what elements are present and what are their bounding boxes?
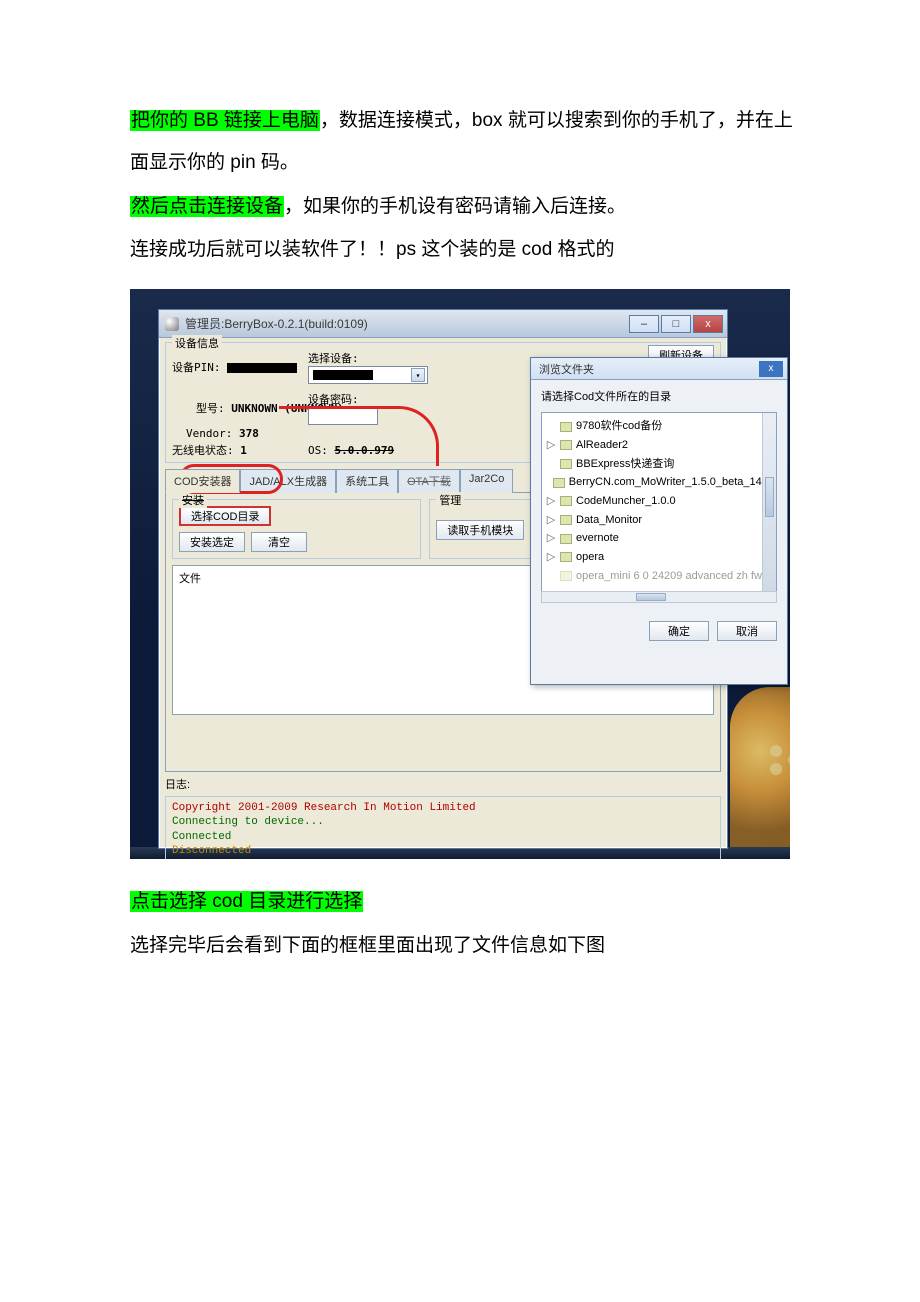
window-title: 管理员:BerryBox-0.2.1(build:0109) <box>185 315 629 332</box>
read-modules-button[interactable]: 读取手机模块 <box>436 520 524 540</box>
tree-item: BerryCN.com_MoWriter_1.5.0_beta_1476 <box>546 473 774 492</box>
folder-icon <box>560 534 572 544</box>
vertical-scrollbar[interactable] <box>762 413 776 591</box>
log-panel: Copyright 2001-2009 Research In Motion L… <box>165 796 721 859</box>
close-button[interactable]: x <box>693 315 723 333</box>
tab-jad[interactable]: JAD/ALX生成器 <box>240 469 336 493</box>
dialog-close-button[interactable]: x <box>759 361 783 377</box>
dialog-titlebar: 浏览文件夹 x <box>531 358 787 380</box>
instruction-text-below: 点击选择 cod 目录进行选择 选择完毕后会看到下面的框框里面出现了文件信息如下… <box>130 881 800 967</box>
tree-item: ▷Data_Monitor <box>546 511 774 530</box>
group-title-device: 设备信息 <box>172 335 222 351</box>
password-input[interactable] <box>308 407 378 425</box>
instruction-text: 把你的 BB 链接上电脑，数据连接模式，box 就可以搜索到你的手机了，并在上面… <box>130 100 800 271</box>
wallpaper-detail <box>730 687 790 847</box>
tree-item: opera_mini 6 0 24209 advanced zh fw4 <box>546 567 774 586</box>
folder-icon <box>553 478 565 488</box>
tab-tools[interactable]: 系统工具 <box>336 469 398 493</box>
folder-icon <box>560 422 572 432</box>
titlebar: 管理员:BerryBox-0.2.1(build:0109) – □ x <box>159 310 727 338</box>
app-icon <box>165 317 179 331</box>
pin-redacted <box>227 363 297 373</box>
tree-item: BBExpress快递查询 <box>546 455 774 474</box>
dialog-prompt: 请选择Cod文件所在的目录 <box>541 388 777 404</box>
highlight-3: 点击选择 cod 目录进行选择 <box>130 891 363 912</box>
tree-item: ▷opera <box>546 548 774 567</box>
tree-item: ▷evernote <box>546 529 774 548</box>
horizontal-scrollbar[interactable] <box>541 591 777 603</box>
folder-icon <box>560 459 572 469</box>
device-select[interactable]: ▾ <box>308 366 428 384</box>
browse-folder-dialog: 浏览文件夹 x 请选择Cod文件所在的目录 9780软件cod备份 ▷AlRea… <box>530 357 788 685</box>
chevron-down-icon: ▾ <box>411 368 425 382</box>
folder-icon <box>560 571 572 581</box>
maximize-button[interactable]: □ <box>661 315 691 333</box>
tab-ota[interactable]: OTA下载 <box>398 469 460 493</box>
highlight-1: 把你的 BB 链接上电脑 <box>130 110 320 131</box>
log-label: 日志: <box>165 776 721 792</box>
tab-jar2cod[interactable]: Jar2Co <box>460 469 513 493</box>
para-3: 连接成功后就可以装软件了！！ps 这个装的是 cod 格式的 <box>130 229 800 271</box>
tab-cod[interactable]: COD安装器 <box>165 469 240 493</box>
ok-button[interactable]: 确定 <box>649 621 709 641</box>
minimize-button[interactable]: – <box>629 315 659 333</box>
highlight-2: 然后点击连接设备 <box>130 196 284 217</box>
folder-icon <box>560 496 572 506</box>
tree-item: ▷CodeMuncher_1.0.0 <box>546 492 774 511</box>
folder-icon <box>560 515 572 525</box>
para-5: 选择完毕后会看到下面的框框里面出现了文件信息如下图 <box>130 925 800 967</box>
folder-icon <box>560 552 572 562</box>
clear-button[interactable]: 清空 <box>251 532 307 552</box>
select-cod-dir-button[interactable]: 选择COD目录 <box>179 506 271 526</box>
install-selected-button[interactable]: 安装选定 <box>179 532 245 552</box>
tree-item: 9780软件cod备份 <box>546 417 774 436</box>
dialog-title: 浏览文件夹 <box>539 361 594 377</box>
screenshot: 管理员:BerryBox-0.2.1(build:0109) – □ x 设备信… <box>130 289 790 859</box>
tree-item: ▷AlReader2 <box>546 436 774 455</box>
folder-icon <box>560 440 572 450</box>
cancel-button[interactable]: 取消 <box>717 621 777 641</box>
install-group: 安装 选择COD目录 安装选定 清空 <box>172 499 421 559</box>
folder-tree[interactable]: 9780软件cod备份 ▷AlReader2 BBExpress快递查询 Ber… <box>541 412 777 592</box>
